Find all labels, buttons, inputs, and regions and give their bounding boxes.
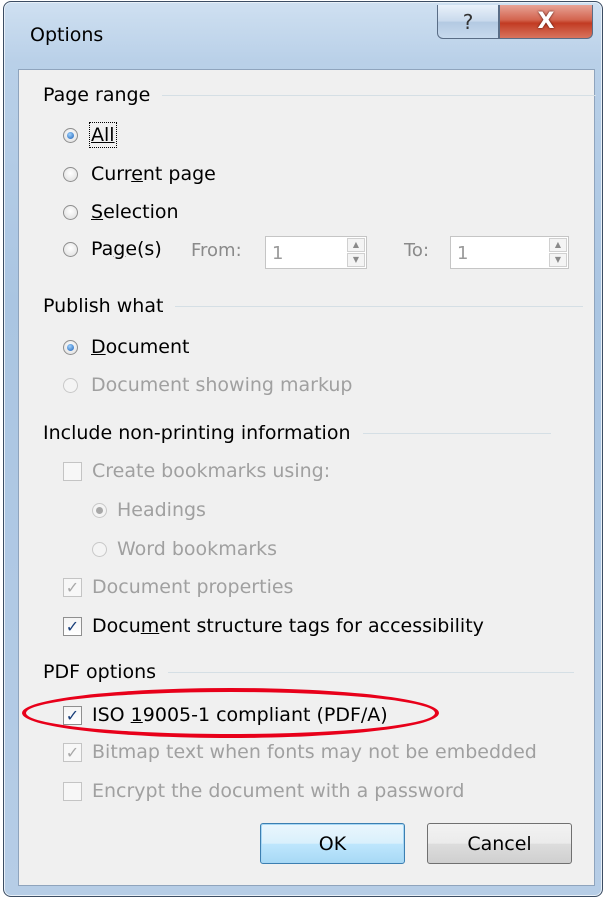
checkbox-checked[interactable]: ✓ [63,742,82,762]
group-pdf-options: PDF options [43,661,575,683]
create-bookmarks-label: Create bookmarks using: [92,460,331,482]
radio-headings[interactable]: Headings [92,499,206,521]
group-non-printing: Include non-printing information [43,422,551,444]
checkbox-document-properties[interactable]: ✓ Document properties [63,576,293,598]
non-printing-header: Include non-printing information [43,422,351,444]
to-value: 1 [457,243,469,264]
ok-button[interactable]: OK [260,823,405,864]
radio-button-checked[interactable] [63,127,78,143]
spin-up-icon[interactable]: ▲ [549,238,567,252]
highlight-ellipse [22,688,439,738]
group-divider [362,432,551,434]
radio-word-bookmarks[interactable]: Word bookmarks [92,538,277,560]
pdf-options-header: PDF options [43,661,157,683]
group-divider [175,305,584,307]
help-icon: ? [462,9,474,34]
radio-document[interactable]: Document [63,336,189,358]
radio-document-markup-label: Document showing markup [91,374,353,396]
close-icon: X [537,9,555,34]
checkbox[interactable] [63,461,82,481]
structure-tags-label: Document structure tags for accessibilit… [92,615,484,637]
radio-headings-label: Headings [117,499,206,521]
publish-what-header: Publish what [43,295,164,317]
radio-button-checked[interactable] [92,502,107,518]
dialog-client-area: Page range All Current page Selection Pa… [18,69,597,886]
options-dialog: Options ? X Page range All Current page … [3,1,603,897]
radio-pages-label: Page(s) [91,238,162,260]
encrypt-label: Encrypt the document with a password [92,780,465,802]
cancel-button[interactable]: Cancel [427,823,572,864]
group-page-range: Page range [43,84,597,106]
checkbox-structure-tags[interactable]: ✓ Document structure tags for accessibil… [63,615,484,637]
checkbox-create-bookmarks[interactable]: Create bookmarks using: [63,460,330,482]
radio-current-page-label: Current page [91,163,216,185]
spin-up-icon[interactable]: ▲ [347,238,365,252]
radio-button-checked[interactable] [63,339,78,355]
from-spinner[interactable]: 1 ▲ ▼ [265,236,367,269]
radio-button[interactable] [63,241,78,257]
checkbox-checked[interactable]: ✓ [63,577,82,597]
radio-button[interactable] [63,377,78,393]
radio-all[interactable]: All [63,122,117,148]
dialog-title: Options [30,24,104,46]
radio-pages[interactable]: Page(s) [63,238,162,260]
radio-document-markup[interactable]: Document showing markup [63,374,352,396]
close-button[interactable]: X [499,5,593,39]
radio-selection[interactable]: Selection [63,201,179,223]
radio-document-label: Document [91,336,190,358]
to-spinner[interactable]: 1 ▲ ▼ [450,236,569,269]
spin-down-icon[interactable]: ▼ [347,253,365,267]
radio-all-label: All [91,124,115,146]
help-button[interactable]: ? [437,5,499,39]
checkbox-checked[interactable]: ✓ [63,616,82,636]
radio-current-page[interactable]: Current page [63,163,216,185]
doc-properties-label: Document properties [92,576,294,598]
checkbox-encrypt[interactable]: Encrypt the document with a password [63,780,464,802]
radio-button[interactable] [63,166,78,182]
from-label: From: [191,240,242,261]
group-divider [162,94,597,96]
to-label: To: [404,240,430,261]
from-value: 1 [272,243,284,264]
page-range-header: Page range [43,84,151,106]
radio-word-bookmarks-label: Word bookmarks [117,538,278,560]
spin-down-icon[interactable]: ▼ [549,253,567,267]
group-divider [168,671,575,673]
radio-selection-label: Selection [91,201,179,223]
radio-button[interactable] [63,204,78,220]
group-publish-what: Publish what [43,295,584,317]
bitmap-text-label: Bitmap text when fonts may not be embedd… [92,741,537,763]
checkbox[interactable] [63,781,82,801]
radio-button[interactable] [92,541,107,557]
checkbox-bitmap-text[interactable]: ✓ Bitmap text when fonts may not be embe… [63,741,537,763]
